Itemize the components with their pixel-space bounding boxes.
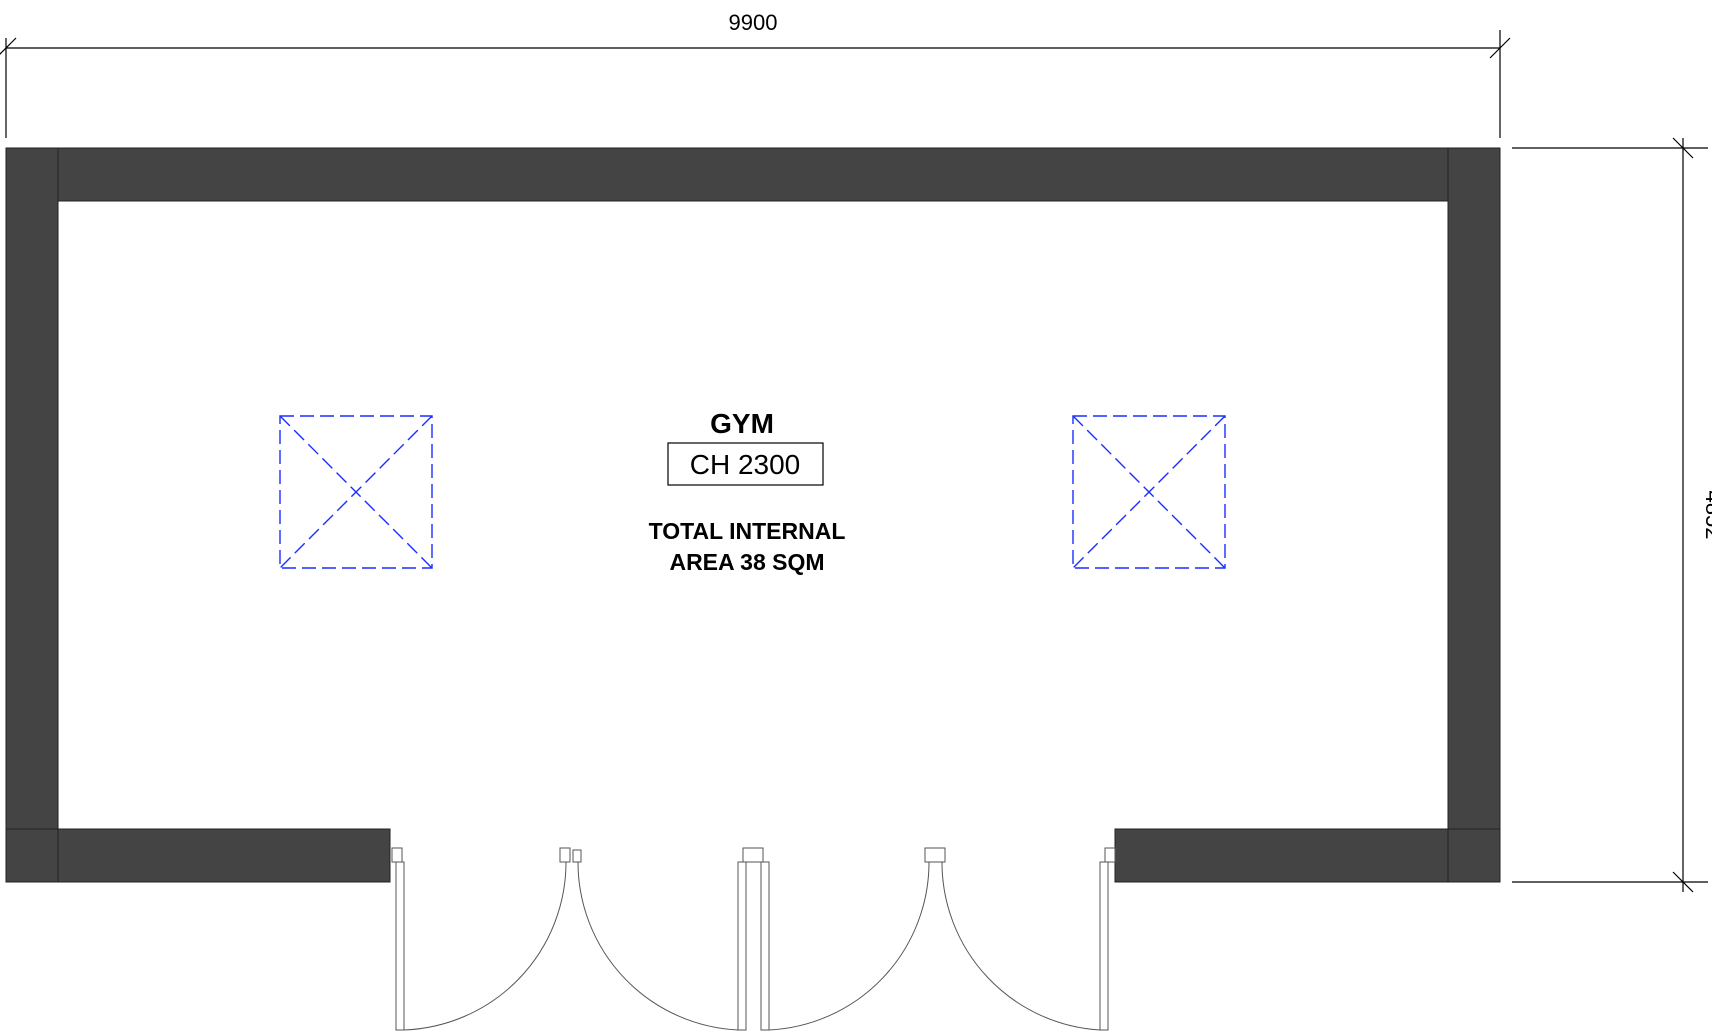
wall-right [1447,147,1501,883]
doors [391,847,1116,1031]
ceiling-fixture-right [1072,415,1226,569]
room-name: GYM [710,408,774,439]
dimension-depth: 4852 [1512,137,1712,893]
dimension-width: 9900 [0,10,1511,138]
walls [5,147,1501,883]
room-label: GYM CH 2300 TOTAL INTERNAL AREA 38 SQM [649,408,846,575]
depth-dimension-label: 4852 [1701,491,1712,540]
ceiling-fixture-left [279,415,433,569]
door-leaf-4 [924,847,1116,1031]
area-label-line2: AREA 38 SQM [669,549,824,575]
wall-bottom-right [1114,828,1501,883]
door-leaf-3 [742,847,930,1031]
width-dimension-label: 9900 [729,10,778,35]
wall-top [5,147,1501,202]
wall-left [5,147,59,883]
door-leaf-1 [391,847,567,1031]
area-label-line1: TOTAL INTERNAL [649,518,846,544]
door-leaf-2 [559,847,747,1031]
floor-plan: 9900 4852 GYM CH 2300 TOTAL INTERNAL ARE… [0,10,1712,1031]
wall-bottom-left [5,828,391,883]
ceiling-height-label: CH 2300 [690,449,801,480]
